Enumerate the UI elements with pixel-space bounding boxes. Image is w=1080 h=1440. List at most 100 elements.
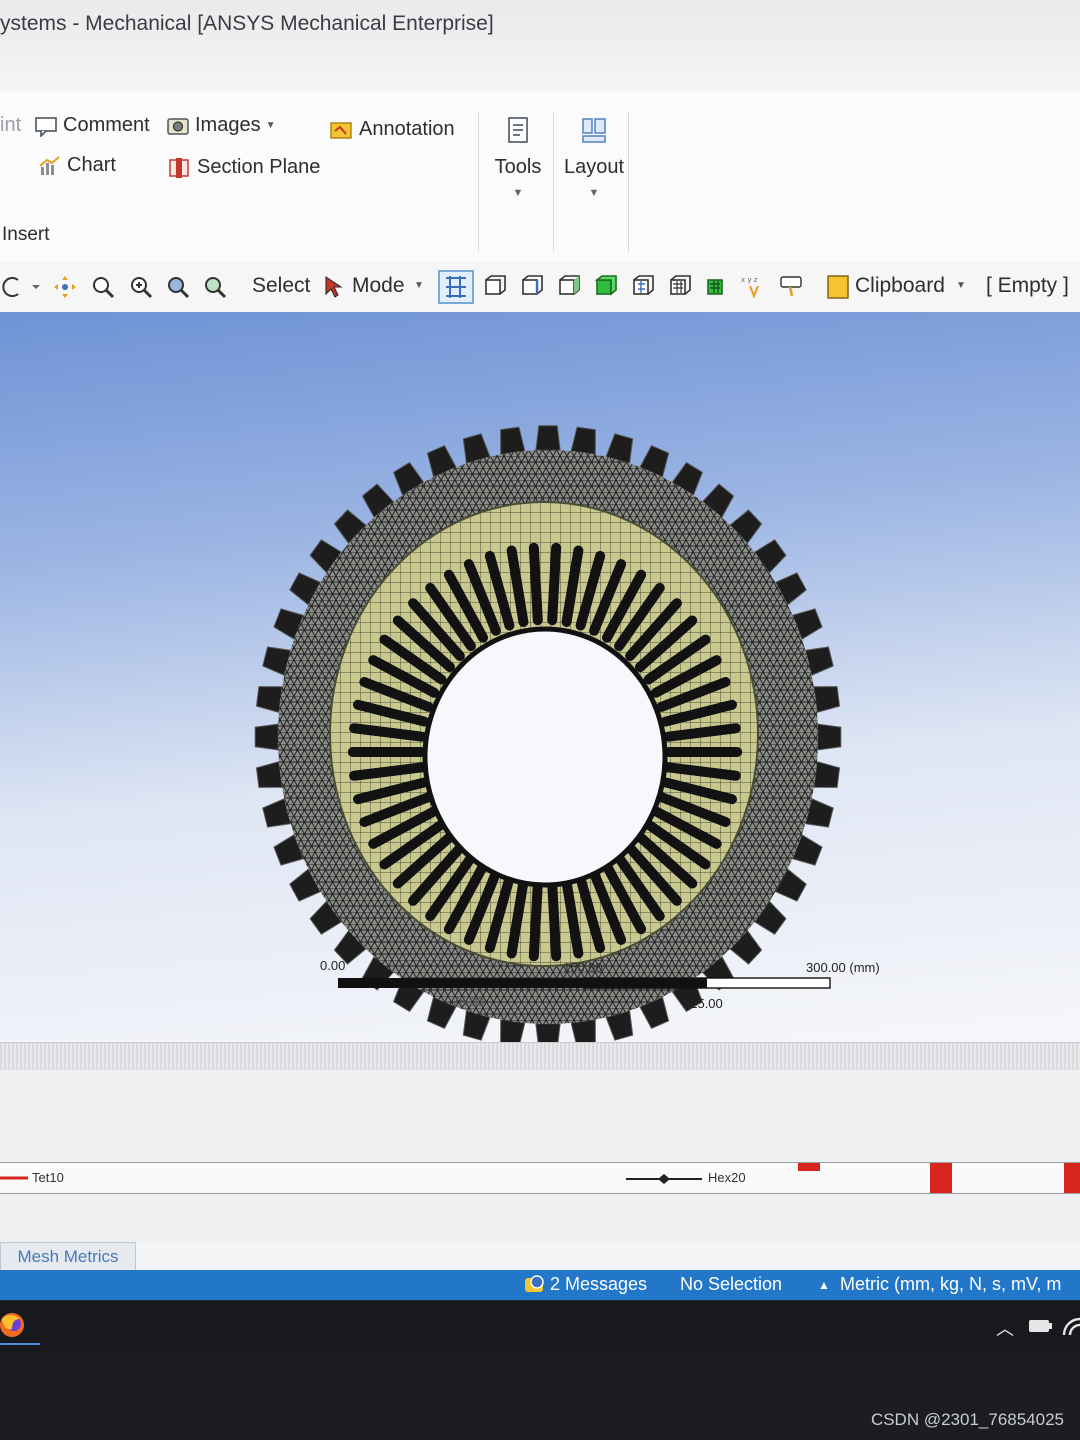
stator-tooth: [813, 760, 841, 788]
wifi-icon[interactable]: [1062, 1315, 1080, 1337]
ribbon: int Comment Images ▼ Annotation Chart Se…: [0, 92, 1080, 263]
pane-splitter[interactable]: [0, 1042, 1080, 1072]
graphics-toolbar: Select Mode ▼ x y z Clipboard ▼ [ Empty …: [0, 262, 1080, 313]
pan-icon[interactable]: [52, 274, 78, 300]
section-plane-icon: [169, 157, 189, 178]
chart-button[interactable]: Chart: [38, 154, 116, 177]
comment-label: Comment: [63, 114, 150, 136]
stator-tooth: [255, 760, 283, 788]
annotation-icon: [330, 121, 352, 139]
clipboard-state: [ Empty ]: [986, 274, 1069, 297]
taskbar: ︿: [0, 1300, 1080, 1352]
chevron-up-icon[interactable]: ︿: [996, 1315, 1014, 1341]
mesh-metrics-panel: Tet10 Hex20: [0, 1070, 1080, 1242]
layout-button[interactable]: Layout ▼: [558, 102, 630, 199]
section-plane-button[interactable]: Section Plane: [168, 156, 320, 179]
stator-mesh: [254, 425, 842, 1042]
unit-system[interactable]: Metric (mm, kg, N, s, mV, m: [840, 1274, 1061, 1295]
chevron-down-icon: ▼: [512, 187, 524, 199]
tools-label: Tools: [494, 156, 542, 178]
annotation-button[interactable]: Annotation: [330, 118, 455, 141]
scale-label-q1: 75.00: [452, 994, 485, 1009]
chevron-down-icon: ▼: [588, 187, 600, 199]
chevron-down-icon: ▼: [414, 280, 424, 291]
chevron-down-icon: ▼: [956, 280, 966, 291]
metric-legend-tet10: Tet10: [32, 1170, 64, 1185]
select-element-icon[interactable]: [630, 274, 656, 300]
scale-label-q3: 225.00: [683, 996, 723, 1011]
tools-icon: [508, 117, 528, 143]
select-vertex-icon[interactable]: [482, 274, 508, 300]
firefox-icon[interactable]: [0, 1309, 40, 1345]
ribbon-separator: [628, 112, 629, 252]
stator-tooth: [570, 1018, 596, 1042]
select-face-icon[interactable]: [556, 274, 582, 300]
select-element-face-icon[interactable]: [667, 274, 693, 300]
ansys-window: ystems - Mechanical [ANSYS Mechanical En…: [0, 0, 1080, 1352]
window-title: ystems - Mechanical [ANSYS Mechanical En…: [0, 12, 494, 35]
scale-bar-segment: [338, 978, 584, 988]
select-body-icon[interactable]: [593, 274, 619, 300]
zoom-to-fit-icon[interactable]: [165, 274, 191, 300]
scale-label-start: 0.00: [320, 958, 346, 973]
stator-slot: [547, 878, 562, 962]
status-bar: 2 Messages No Selection ▲ Metric (mm, kg…: [0, 1270, 1080, 1300]
stator-bore: [422, 626, 668, 888]
annotation-label: Annotation: [359, 118, 455, 140]
section-plane-label: Section Plane: [197, 156, 321, 178]
images-button[interactable]: Images ▼: [166, 114, 276, 137]
stator-tooth: [500, 426, 526, 456]
box-zoom-icon[interactable]: [128, 274, 154, 300]
battery-icon[interactable]: [1028, 1317, 1054, 1335]
mode-button[interactable]: Mode: [352, 274, 405, 298]
camera-icon: [167, 117, 189, 135]
images-label: Images: [195, 114, 261, 136]
tools-button[interactable]: Tools ▼: [482, 102, 554, 199]
stator-slot: [528, 878, 543, 962]
hotkey-icon[interactable]: [778, 274, 806, 300]
stator-tooth: [817, 723, 842, 751]
magnifier-icon[interactable]: [202, 274, 228, 300]
stator-tooth: [255, 686, 283, 714]
comment-button[interactable]: Comment: [34, 114, 150, 137]
layout-icon: [582, 118, 606, 143]
ribbon-partial-label: int: [0, 114, 22, 136]
select-node-icon[interactable]: [438, 270, 474, 304]
comment-icon: [35, 116, 57, 137]
tab-mesh-metrics[interactable]: Mesh Metrics: [0, 1242, 136, 1271]
stator-slot: [528, 542, 543, 626]
ribbon-partial-item[interactable]: int: [0, 114, 21, 137]
stator-tooth: [570, 426, 596, 456]
select-edge-icon[interactable]: [519, 274, 545, 300]
select-mesh-body-icon[interactable]: [704, 274, 730, 300]
layout-label: Layout: [563, 156, 625, 178]
stator-tooth: [535, 425, 561, 451]
scale-label-mid: 150.00: [563, 960, 603, 975]
metric-bar-marks: [0, 1163, 1080, 1193]
chevron-down-icon: ▼: [265, 120, 276, 131]
clipboard-button[interactable]: Clipboard: [855, 274, 945, 298]
cursor-icon: [325, 276, 343, 298]
select-button[interactable]: Select: [252, 274, 310, 298]
metric-legend-hex20: Hex20: [708, 1170, 746, 1185]
chart-icon: [39, 155, 60, 175]
watermark-text: CSDN @2301_76854025: [870, 1410, 1064, 1429]
ribbon-separator: [553, 112, 554, 252]
graphics-viewport[interactable]: 0.00 150.00 300.00 (mm) 75.00 225.00: [0, 312, 1080, 1042]
element-metric-bar: Tet10 Hex20: [0, 1162, 1080, 1194]
messages-icon[interactable]: [523, 1274, 547, 1296]
ribbon-separator: [478, 112, 479, 252]
title-bar: ystems - Mechanical [ANSYS Mechanical En…: [0, 0, 1080, 93]
rotate-icon[interactable]: [0, 274, 44, 300]
messages-count[interactable]: 2 Messages: [550, 1274, 647, 1295]
selection-status: No Selection: [680, 1274, 783, 1294]
svg-text:x y z: x y z: [741, 276, 758, 284]
chevron-up-icon[interactable]: ▲: [818, 1278, 830, 1292]
ribbon-group-insert: Insert: [2, 224, 50, 245]
scale-label-end: 300.00 (mm): [806, 960, 880, 975]
stator-tooth: [254, 723, 279, 751]
zoom-icon[interactable]: [90, 274, 116, 300]
chart-label: Chart: [67, 154, 116, 176]
stator-tooth: [813, 686, 841, 714]
coordinate-icon[interactable]: x y z: [740, 274, 768, 300]
